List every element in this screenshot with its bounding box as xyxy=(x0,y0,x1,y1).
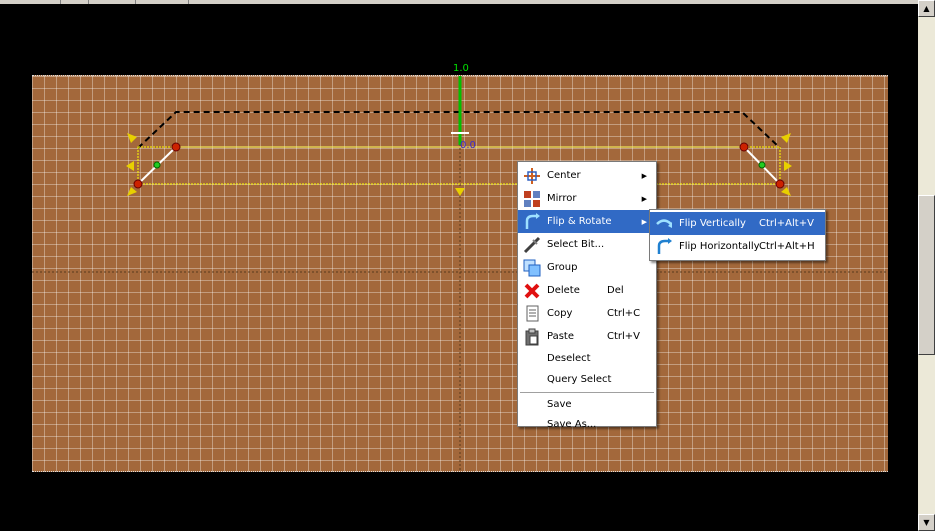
resize-handle-icon[interactable] xyxy=(126,161,134,171)
resize-handle-icon[interactable] xyxy=(127,133,137,143)
resize-handle-icon[interactable] xyxy=(781,133,791,143)
menu-item-center[interactable]: Center ▶ xyxy=(518,164,656,187)
resize-handle-icon[interactable] xyxy=(127,187,137,196)
arrow-up-icon: ▲ xyxy=(923,4,930,13)
submenu-arrow-icon: ▶ xyxy=(641,171,647,180)
node-point[interactable] xyxy=(739,142,749,152)
menu-item-save[interactable]: Save xyxy=(518,395,656,414)
scroll-down-button[interactable]: ▼ xyxy=(918,514,935,531)
flip-horizontal-icon xyxy=(653,237,675,257)
vertical-scrollbar[interactable]: ▲ ▼ xyxy=(918,0,935,531)
menu-item-flip-vertically[interactable]: Flip Vertically Ctrl+Alt+V xyxy=(650,212,825,235)
node-point[interactable] xyxy=(133,179,143,189)
scroll-thumb[interactable] xyxy=(918,195,935,355)
origin-label: 0.0 xyxy=(460,140,476,151)
menu-item-flip-rotate[interactable]: Flip & Rotate ▶ xyxy=(518,210,656,233)
menu-item-copy[interactable]: Copy Ctrl+C xyxy=(518,302,656,325)
y-axis-label: 1.0 xyxy=(453,63,469,74)
flip-vertical-icon xyxy=(653,214,675,234)
flip-rotate-icon xyxy=(521,212,543,232)
scroll-up-button[interactable]: ▲ xyxy=(918,0,935,17)
context-menu: Center ▶ Mirror ▶ Flip & Rotate ▶ Select… xyxy=(517,161,657,430)
node-point[interactable] xyxy=(171,142,181,152)
node-point[interactable] xyxy=(775,179,785,189)
submenu-arrow-icon: ▶ xyxy=(641,217,647,226)
paste-icon xyxy=(521,327,543,347)
midpoint-node[interactable] xyxy=(758,161,766,169)
flip-rotate-submenu: Flip Vertically Ctrl+Alt+V Flip Horizont… xyxy=(649,209,826,261)
center-icon xyxy=(521,166,543,186)
menu-separator xyxy=(520,392,654,393)
select-bit-icon xyxy=(521,235,543,255)
arrow-down-icon: ▼ xyxy=(923,518,930,527)
menu-item-paste[interactable]: Paste Ctrl+V xyxy=(518,325,656,348)
menu-item-query-select[interactable]: Query Select xyxy=(518,369,656,390)
menu-item-select-bit[interactable]: Select Bit... xyxy=(518,233,656,256)
selection-box[interactable] xyxy=(137,146,781,185)
group-icon xyxy=(521,258,543,278)
resize-handle-icon[interactable] xyxy=(784,161,792,171)
menu-item-delete[interactable]: Delete Del xyxy=(518,279,656,302)
delete-icon xyxy=(521,281,543,301)
menu-item-group[interactable]: Group xyxy=(518,256,656,279)
menu-item-flip-horizontally[interactable]: Flip Horizontally Ctrl+Alt+H xyxy=(650,235,825,258)
copy-icon xyxy=(521,304,543,324)
menu-item-mirror[interactable]: Mirror ▶ xyxy=(518,187,656,210)
toolpath-overlay: 1.0 0.0 xyxy=(32,63,888,470)
menu-item-save-as[interactable]: Save As... xyxy=(518,414,656,434)
resize-handle-icon[interactable] xyxy=(781,187,791,196)
resize-handle-icon[interactable] xyxy=(455,188,465,196)
mirror-icon xyxy=(521,189,543,209)
submenu-arrow-icon: ▶ xyxy=(641,194,647,203)
midpoint-node[interactable] xyxy=(153,161,161,169)
menu-item-deselect[interactable]: Deselect xyxy=(518,348,656,369)
